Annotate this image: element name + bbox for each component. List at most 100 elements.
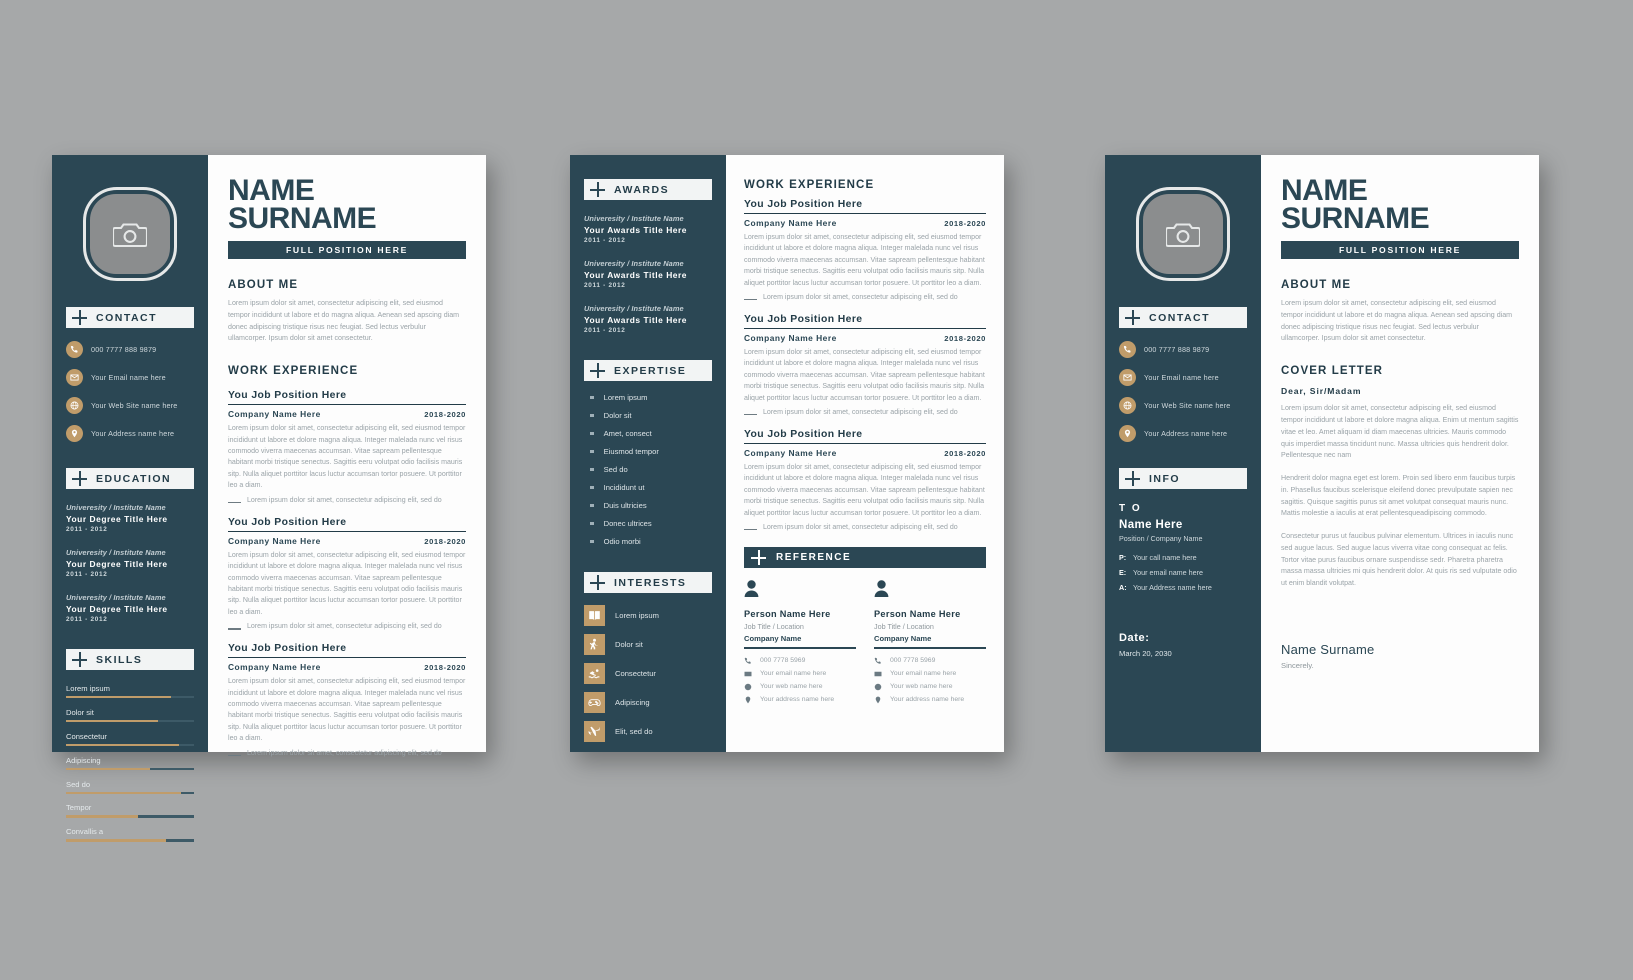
contact-row[interactable]: Your Address name here [66, 425, 194, 442]
job-bullet-text: Lorem ipsum dolor sit amet, consectetur … [247, 749, 442, 757]
page3-content: NAME SURNAME FULL POSITION HERE ABOUT ME… [1261, 155, 1539, 752]
job-years: 2018-2020 [944, 449, 986, 459]
skill-bar-fill [66, 719, 159, 723]
reference-address-row[interactable]: Your address name here [874, 696, 986, 704]
divider [874, 647, 986, 649]
award-years: 2011 - 2012 [584, 327, 626, 334]
reference-web: Your web name here [890, 683, 953, 691]
reference-phone: 000 7778 5969 [760, 657, 806, 665]
reference-address: Your address name here [890, 696, 965, 704]
sidebar-heading-info: INFO [1119, 468, 1247, 489]
skills-list: Lorem ipsum Dolor sit Consectetur Adipis… [66, 684, 194, 842]
expertise-item: Sed do [584, 465, 712, 474]
plus-icon [590, 575, 605, 590]
skill-item: Lorem ipsum [66, 684, 194, 699]
contact-row[interactable]: Your Web Site name here [66, 397, 194, 414]
info-value: Your email name here [1133, 568, 1204, 577]
bullet-dot-icon [590, 485, 594, 490]
info-row: P: Your call name here [1119, 553, 1247, 562]
camera-icon [1166, 222, 1200, 247]
job-bullet-text: Lorem ipsum dolor sit amet, consectetur … [763, 409, 958, 417]
contact-list: 000 7777 888 9879 Your Email name here Y… [66, 341, 194, 442]
dash-icon [228, 628, 241, 630]
page1-content: NAME SURNAME FULL POSITION HERE ABOUT ME… [208, 155, 486, 757]
reference-name: Person Name Here [874, 609, 961, 620]
job-years: 2018-2020 [424, 663, 466, 673]
airplane-icon [584, 721, 605, 742]
position-bar: FULL POSITION HERE [1281, 241, 1519, 260]
skill-bar-track [66, 719, 194, 723]
envelope-icon [874, 671, 882, 676]
page-title: NAME SURNAME [228, 174, 466, 235]
interest-item: Dolor sit [584, 634, 712, 655]
info-key: E: [1119, 568, 1127, 577]
contact-text: 000 7777 888 9879 [1144, 345, 1210, 354]
expertise-item: Duis ultricies [584, 501, 712, 510]
reference-contact-list: 000 7778 5969 Your email name here Your … [874, 657, 986, 704]
interests-heading-label: INTERESTS [614, 576, 687, 589]
job-meta: Company Name Here 2018-2020 [228, 409, 466, 419]
education-degree: Your Degree Title Here [66, 604, 168, 614]
job-title: You Job Position Here [744, 199, 986, 214]
education-item: Univeresity / Institute Name Your Degree… [66, 548, 194, 578]
sidebar-heading-interests: INTERESTS [584, 572, 712, 593]
plus-icon [751, 550, 766, 566]
reference-email: Your email name here [760, 670, 827, 678]
education-degree: Your Degree Title Here [66, 559, 168, 569]
reference-company: Company Name [874, 634, 932, 644]
contact-row[interactable]: 000 7777 888 9879 [1119, 341, 1247, 358]
date-label: Date: [1119, 632, 1150, 644]
contact-row[interactable]: 000 7777 888 9879 [66, 341, 194, 358]
name-line-1: NAME [228, 174, 315, 207]
job-paragraph: Lorem ipsum dolor sit amet, consectetur … [744, 349, 985, 402]
reference-phone-row[interactable]: 000 7778 5969 [874, 657, 986, 665]
to-position: Position / Company Name [1119, 534, 1203, 543]
contact-row[interactable]: Your Email name here [66, 369, 194, 386]
envelope-icon [744, 671, 752, 676]
to-label: T O [1119, 503, 1142, 514]
education-item: Univeresity / Institute Name Your Degree… [66, 503, 194, 533]
position-bar: FULL POSITION HERE [228, 241, 466, 260]
skill-bar-fill [66, 767, 151, 771]
cover-letter-heading: COVER LETTER [1281, 365, 1384, 378]
info-value: Your Address name here [1133, 583, 1212, 592]
job-paragraph: Lorem ipsum dolor sit amet, consectetur … [228, 678, 466, 743]
job-meta: Company Name Here 2018-2020 [228, 536, 466, 546]
contact-row[interactable]: Your Web Site name here [1119, 397, 1247, 414]
reference-web-row[interactable]: Your web name here [744, 683, 856, 691]
education-years: 2011 - 2012 [66, 526, 108, 533]
awards-heading-label: AWARDS [614, 183, 670, 196]
expertise-label: Amet, consect [603, 429, 652, 438]
job-years: 2018-2020 [424, 410, 466, 420]
contact-row[interactable]: Your Address name here [1119, 425, 1247, 442]
award-item: Univeresity / Institute Name Your Awards… [584, 304, 712, 334]
reference-email-row[interactable]: Your email name here [744, 670, 856, 678]
skill-item: Tempor [66, 803, 194, 818]
to-name: Name Here [1119, 519, 1183, 531]
cover-letter-para-2: Hendrerit dolor magna eget est lorem. Pr… [1281, 474, 1516, 518]
awards-list: Univeresity / Institute Name Your Awards… [584, 214, 712, 334]
about-me-text: Lorem ipsum dolor sit amet, consectetur … [1281, 299, 1513, 343]
reference-web-row[interactable]: Your web name here [874, 683, 986, 691]
reference-address-row[interactable]: Your address name here [744, 696, 856, 704]
location-pin-icon [875, 696, 881, 704]
skill-bar-track [66, 696, 194, 699]
job-entry: You Job Position Here Company Name Here … [228, 643, 466, 757]
education-years: 2011 - 2012 [66, 616, 108, 623]
book-icon [584, 605, 605, 626]
interests-list: Lorem ipsum Dolor sit Consectetur Adipis… [584, 605, 712, 742]
skill-bar-fill [66, 696, 171, 699]
reference-phone-row[interactable]: 000 7778 5969 [744, 657, 856, 665]
skill-item: Sed do [66, 780, 194, 794]
contact-row[interactable]: Your Email name here [1119, 369, 1247, 386]
name-line-2: SURNAME [228, 201, 377, 235]
plus-icon [72, 471, 87, 486]
job-entry: You Job Position Here Company Name Here … [744, 429, 986, 531]
expertise-heading-label: EXPERTISE [614, 364, 687, 377]
reference-email-row[interactable]: Your email name here [874, 670, 986, 678]
reference-name: Person Name Here [744, 609, 831, 620]
work-experience-heading: WORK EXPERIENCE [228, 365, 359, 378]
signature-name: Name Surname [1281, 641, 1375, 657]
job-company: Company Name Here [744, 448, 837, 459]
page2-sidebar: AWARDS Univeresity / Institute Name Your… [570, 155, 726, 752]
